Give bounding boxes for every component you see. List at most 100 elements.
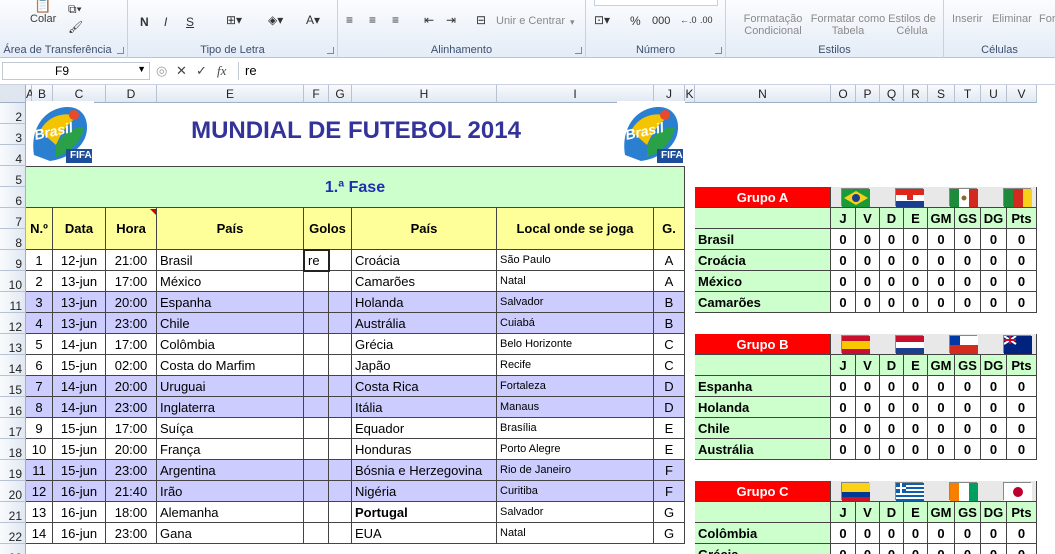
team-stat[interactable]: 0 xyxy=(856,544,880,554)
column-header-u[interactable]: U xyxy=(981,85,1007,103)
column-header-h[interactable]: H xyxy=(352,85,497,103)
team-stat[interactable]: 0 xyxy=(955,271,981,292)
team-stat[interactable]: 0 xyxy=(928,397,955,418)
match-date[interactable]: 14-jun xyxy=(53,397,106,418)
increase-decimal-icon[interactable]: ←.0 xyxy=(680,13,697,27)
cell-styles-button[interactable]: Estilos de Célula xyxy=(882,13,942,37)
team-stat[interactable]: 0 xyxy=(1007,544,1037,554)
match-date[interactable]: 14-jun xyxy=(53,334,106,355)
home-goals[interactable] xyxy=(304,523,329,544)
team-stat[interactable]: 0 xyxy=(981,397,1007,418)
match-number[interactable]: 10 xyxy=(26,439,53,460)
paste-button[interactable]: Colar xyxy=(30,13,56,25)
team-stat[interactable]: 0 xyxy=(880,292,904,313)
match-date[interactable]: 15-jun xyxy=(53,460,106,481)
team-stat[interactable]: 0 xyxy=(904,544,928,554)
bold-button[interactable]: N xyxy=(140,15,149,29)
team-stat[interactable]: 0 xyxy=(928,292,955,313)
away-team[interactable]: Austrália xyxy=(352,313,497,334)
match-date[interactable]: 16-jun xyxy=(53,523,106,544)
row-header-12[interactable]: 12 xyxy=(0,313,26,334)
match-venue[interactable]: Salvador xyxy=(497,292,654,313)
home-goals[interactable] xyxy=(304,397,329,418)
away-goals[interactable] xyxy=(329,250,352,271)
away-team[interactable]: Equador xyxy=(352,418,497,439)
stat-header[interactable]: GM xyxy=(928,502,955,523)
match-date[interactable]: 14-jun xyxy=(53,376,106,397)
stat-header[interactable]: GS xyxy=(955,355,981,376)
match-venue[interactable]: Manaus xyxy=(497,397,654,418)
match-group[interactable]: C xyxy=(654,334,685,355)
borders-icon[interactable]: ⊞▾ xyxy=(226,13,242,27)
group-team[interactable]: Austrália xyxy=(695,439,831,460)
team-stat[interactable]: 0 xyxy=(880,544,904,554)
header-cell[interactable]: Local onde se joga xyxy=(497,208,654,250)
home-team[interactable]: Suíça xyxy=(157,418,304,439)
group-team[interactable]: Grécia xyxy=(695,544,831,554)
team-stat[interactable]: 0 xyxy=(1007,292,1037,313)
team-stat[interactable]: 0 xyxy=(955,376,981,397)
match-time[interactable]: 23:00 xyxy=(106,397,157,418)
stat-header[interactable]: J xyxy=(831,208,856,229)
match-time[interactable]: 20:00 xyxy=(106,292,157,313)
match-group[interactable]: A xyxy=(654,271,685,292)
match-venue[interactable]: Porto Alegre xyxy=(497,439,654,460)
stat-header[interactable]: DG xyxy=(981,502,1007,523)
home-goals[interactable] xyxy=(304,418,329,439)
match-time[interactable]: 21:00 xyxy=(106,250,157,271)
stat-header[interactable]: Pts xyxy=(1007,355,1037,376)
stat-header[interactable]: DG xyxy=(981,208,1007,229)
stat-header[interactable]: Pts xyxy=(1007,502,1037,523)
match-group[interactable]: E xyxy=(654,439,685,460)
conditional-formatting-button[interactable]: Formatação Condicional xyxy=(734,13,812,37)
team-stat[interactable]: 0 xyxy=(955,523,981,544)
column-header-v[interactable]: V xyxy=(1007,85,1037,103)
stat-header[interactable]: V xyxy=(856,208,880,229)
header-cell[interactable]: País xyxy=(352,208,497,250)
away-team[interactable]: Costa Rica xyxy=(352,376,497,397)
format-painter-icon[interactable]: 🖌 xyxy=(68,20,83,34)
match-group[interactable]: F xyxy=(654,460,685,481)
match-date[interactable]: 15-jun xyxy=(53,355,106,376)
team-stat[interactable]: 0 xyxy=(880,376,904,397)
home-team[interactable]: Inglaterra xyxy=(157,397,304,418)
team-stat[interactable]: 0 xyxy=(831,271,856,292)
alignment-launcher-icon[interactable] xyxy=(575,47,582,54)
number-format-dropdown[interactable] xyxy=(594,0,718,6)
home-team[interactable]: França xyxy=(157,439,304,460)
row-header-7[interactable]: 7 xyxy=(0,208,26,229)
match-group[interactable]: A xyxy=(654,250,685,271)
header-cell[interactable]: Golos xyxy=(304,208,352,250)
row-header-15[interactable]: 15 xyxy=(0,376,26,397)
team-stat[interactable]: 0 xyxy=(831,418,856,439)
match-group[interactable]: B xyxy=(654,292,685,313)
team-stat[interactable]: 0 xyxy=(904,439,928,460)
team-stat[interactable]: 0 xyxy=(955,397,981,418)
match-number[interactable]: 9 xyxy=(26,418,53,439)
row-header-8[interactable]: 8 xyxy=(0,229,26,250)
away-team[interactable]: Holanda xyxy=(352,292,497,313)
column-header-n[interactable]: N xyxy=(695,85,831,103)
team-stat[interactable]: 0 xyxy=(856,229,880,250)
group-team[interactable]: México xyxy=(695,271,831,292)
group-team[interactable]: Espanha xyxy=(695,376,831,397)
italic-button[interactable]: I xyxy=(164,15,167,29)
home-goals[interactable] xyxy=(304,502,329,523)
home-goals[interactable] xyxy=(304,313,329,334)
formula-input[interactable]: re xyxy=(238,62,1055,80)
stat-header[interactable]: GS xyxy=(955,208,981,229)
stat-header[interactable]: Pts xyxy=(1007,208,1037,229)
team-stat[interactable]: 0 xyxy=(955,292,981,313)
column-header-t[interactable]: T xyxy=(955,85,981,103)
home-goals[interactable] xyxy=(304,376,329,397)
match-time[interactable]: 18:00 xyxy=(106,502,157,523)
match-time[interactable]: 02:00 xyxy=(106,355,157,376)
home-team[interactable]: Costa do Marfim xyxy=(157,355,304,376)
match-date[interactable]: 13-jun xyxy=(53,292,106,313)
merge-dropdown-icon[interactable]: ▾ xyxy=(570,15,575,29)
away-team[interactable]: Croácia xyxy=(352,250,497,271)
stat-header[interactable]: D xyxy=(880,355,904,376)
home-team[interactable]: Colômbia xyxy=(157,334,304,355)
match-group[interactable]: G xyxy=(654,523,685,544)
match-group[interactable]: D xyxy=(654,376,685,397)
